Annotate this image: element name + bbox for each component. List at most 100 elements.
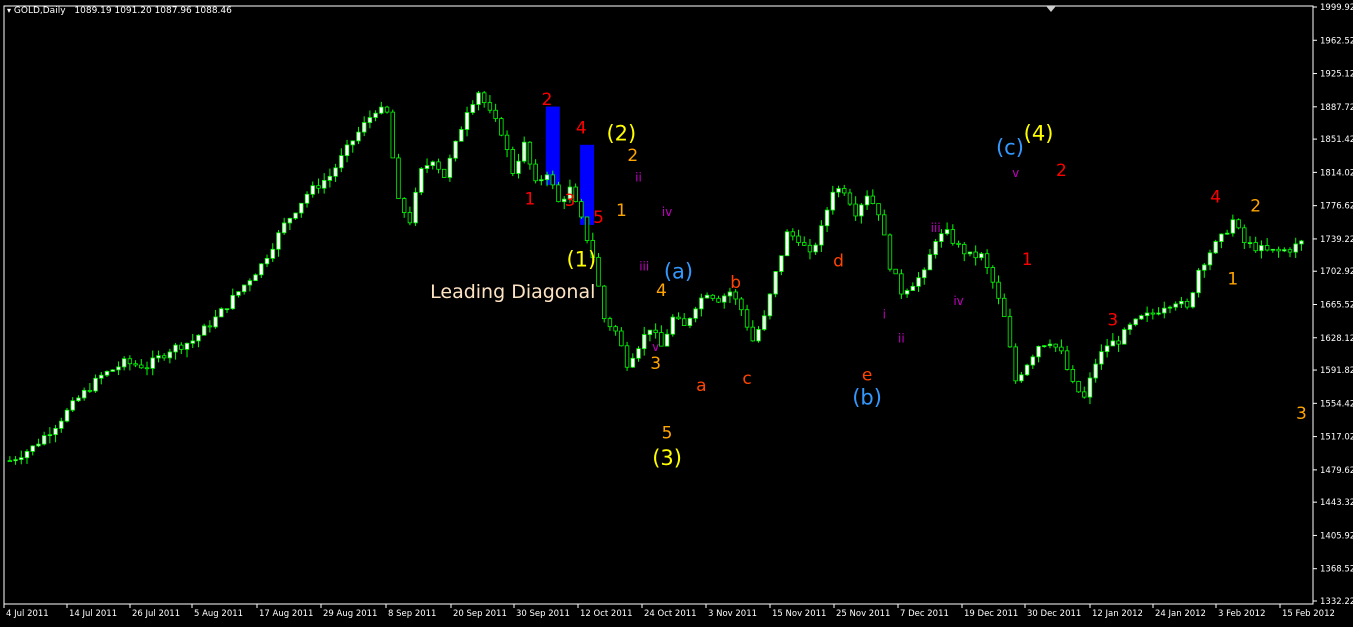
candle-body (704, 294, 710, 299)
candle-body (281, 222, 287, 234)
candle-body (110, 369, 115, 372)
wave-label: 3 (1296, 404, 1307, 424)
candle-body (379, 106, 384, 114)
candle-body (533, 163, 538, 182)
candle-body (104, 371, 110, 376)
wave-label: (3) (652, 446, 682, 470)
candle-body (64, 409, 70, 422)
candle-body (356, 131, 361, 142)
candle-body (556, 184, 561, 203)
candle-body (1076, 380, 1081, 393)
candle-body (179, 344, 184, 350)
candle-body (916, 277, 921, 287)
candle-body (1150, 312, 1156, 315)
candle-body (973, 251, 978, 259)
chart-svg[interactable]: 21435(2)21iiiv(1) iii (a)4Leading Diagonal… (0, 0, 1353, 623)
candle-body (299, 202, 304, 214)
wave-label: (b) (852, 386, 882, 410)
candle-body (944, 229, 950, 235)
chart-shift-marker[interactable] (1046, 6, 1056, 12)
wave-label: b (730, 273, 741, 293)
candle-body (344, 144, 350, 157)
wave-label: iii (639, 259, 649, 273)
candle-body (653, 329, 658, 333)
candle-body (1002, 297, 1007, 318)
candle-body (619, 330, 624, 347)
candle-body (773, 271, 778, 295)
candle-body (899, 273, 904, 295)
candle-body (493, 109, 498, 120)
candle-body (293, 212, 298, 219)
candle-body (127, 358, 133, 365)
wave-label: 1 (616, 201, 627, 221)
candle-body (1013, 346, 1018, 382)
y-tick-label: 1332.22 (1320, 597, 1353, 607)
wave-label: ii (635, 170, 642, 184)
wave-label: 1 (525, 189, 536, 209)
candle-body (802, 242, 807, 246)
candle-body (247, 280, 253, 286)
candle-body (1287, 249, 1293, 253)
candle-body (264, 257, 270, 265)
candle-body (396, 157, 401, 199)
candle-body (121, 358, 127, 368)
wave-label: ii (898, 331, 905, 345)
candle-body (350, 140, 355, 146)
candle-body (882, 214, 887, 236)
candle-body (642, 334, 647, 350)
x-tick-label: 25 Nov 2011 (836, 609, 890, 619)
candle-body (1116, 340, 1121, 345)
candle-body (1087, 377, 1093, 398)
candle-body (870, 195, 876, 204)
chart-menu-icon[interactable]: ▾ (7, 6, 11, 15)
candle-body (1082, 391, 1087, 398)
y-tick-label: 1739.22 (1320, 235, 1353, 245)
candle-body (1202, 264, 1207, 271)
wave-label: (2) (606, 121, 636, 145)
candle-body (922, 269, 927, 279)
candle-body (219, 308, 224, 318)
candle-body (762, 315, 767, 330)
candle-body (910, 285, 916, 291)
candle-body (499, 118, 504, 136)
candle-body (544, 174, 550, 181)
candle-body (1293, 243, 1298, 253)
x-tick-label: 26 Jul 2011 (132, 609, 180, 619)
candle-body (1264, 245, 1270, 251)
candle-body (1213, 241, 1218, 254)
candle-body (139, 364, 144, 369)
wave-label: a (696, 376, 706, 396)
candle-body (401, 198, 407, 213)
wave-label: c (742, 369, 751, 389)
x-tick-label: 3 Feb 2012 (1218, 609, 1266, 619)
wave-label: v (652, 340, 659, 354)
candle-body (950, 229, 956, 244)
wave-label: 2 (1250, 197, 1261, 217)
x-tick-label: 30 Dec 2011 (1027, 609, 1081, 619)
candle-body (1099, 351, 1104, 365)
candle-body (304, 193, 310, 204)
candle-body (813, 244, 818, 253)
candle-body (1059, 346, 1064, 352)
candle-body (419, 168, 424, 193)
plot-frame (3, 5, 1314, 605)
candle-body (436, 161, 441, 170)
chart-area[interactable]: 2 1 4 3 5 (2) 2 1 ii iv (1) iii (a) 4 Leading Diagonal… (0, 0, 1353, 623)
wave-label: e (862, 366, 872, 386)
wave-label: 5 (593, 208, 604, 228)
candle-body (1207, 252, 1213, 266)
x-tick-label: 15 Feb 2012 (1282, 609, 1335, 619)
candle-body (447, 157, 453, 178)
candle-body (1139, 315, 1144, 320)
candle-body (967, 251, 973, 255)
x-tick-label: 30 Sep 2011 (516, 609, 570, 619)
wave-label: v (1012, 166, 1019, 180)
candle-body (333, 167, 338, 177)
candle-body (996, 281, 1001, 299)
candle-body (41, 435, 47, 445)
wave-label: (1) (566, 248, 596, 272)
x-tick-label: 17 Aug 2011 (259, 609, 313, 619)
wave-label: (c) (996, 136, 1024, 160)
candle-body (682, 318, 687, 326)
candle-body (184, 342, 190, 350)
